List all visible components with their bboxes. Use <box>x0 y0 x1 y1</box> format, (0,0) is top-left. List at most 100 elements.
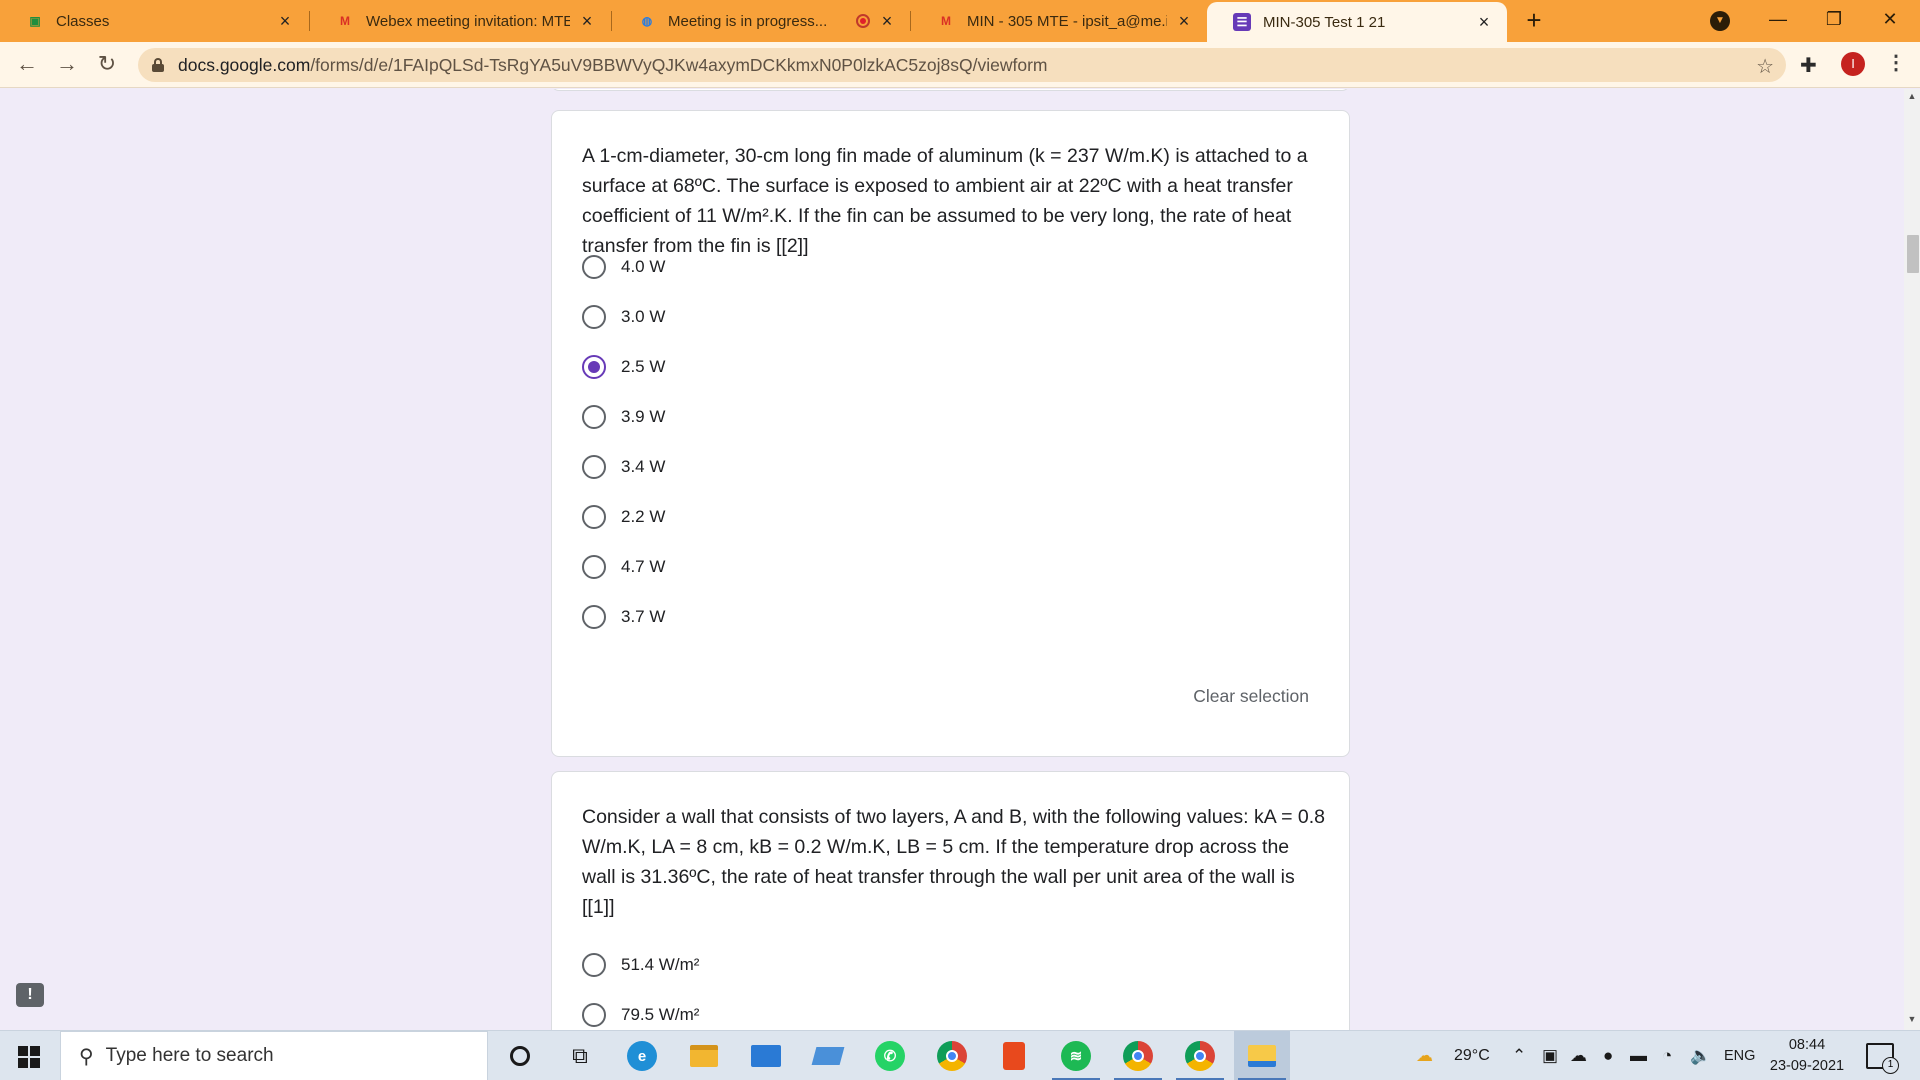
chevron-up-icon[interactable]: ⌃ <box>1512 1046 1526 1066</box>
microphone-icon[interactable]: ● <box>1603 1046 1613 1066</box>
search-icon: ⚲ <box>79 1045 94 1068</box>
option-label: 3.4 W <box>621 457 666 476</box>
page-scrollbar[interactable]: ▲ ▼ <box>1904 89 1920 1030</box>
tab-min305-test[interactable]: ☰ MIN-305 Test 1 21 × <box>1207 2 1507 42</box>
minimize-icon[interactable]: — <box>1750 0 1806 40</box>
close-window-icon[interactable]: ✕ <box>1862 0 1918 40</box>
chrome-icon[interactable] <box>924 1031 980 1080</box>
restore-icon[interactable]: ❐ <box>1806 0 1862 40</box>
url-text[interactable]: docs.google.com/forms/d/e/1FAIpQLSd-TsRg… <box>178 55 1047 76</box>
radio-button-selected[interactable] <box>582 355 606 379</box>
option-2-2-w[interactable]: 2.2 W <box>582 502 665 532</box>
option-3-4-w[interactable]: 3.4 W <box>582 452 665 482</box>
notification-center-icon[interactable]: 1 <box>1866 1043 1899 1074</box>
notification-count: 1 <box>1882 1057 1899 1074</box>
gmail-icon: M <box>340 14 350 28</box>
mail-icon[interactable] <box>738 1031 794 1080</box>
radio-button[interactable] <box>582 405 606 429</box>
radio-button[interactable] <box>582 455 606 479</box>
option-4-7-w[interactable]: 4.7 W <box>582 552 665 582</box>
google-forms-icon: ☰ <box>1233 13 1251 31</box>
previous-question-card <box>551 89 1350 91</box>
option-label: 3.9 W <box>621 407 666 426</box>
input-language[interactable]: ENG <box>1724 1031 1755 1080</box>
question-card-1: A 1-cm-diameter, 30-cm long fin made of … <box>551 110 1350 757</box>
option-label: 51.4 W/m² <box>621 955 700 974</box>
tab-webex-invitation[interactable]: M Webex meeting invitation: MTE M × <box>310 0 610 42</box>
spotify-icon[interactable]: ≋ <box>1048 1031 1104 1080</box>
back-icon[interactable]: ← <box>14 52 40 78</box>
option-label: 3.7 W <box>621 607 666 626</box>
tab-classes[interactable]: ▣ Classes × <box>0 0 308 42</box>
radio-button[interactable] <box>582 255 606 279</box>
close-icon[interactable]: × <box>1475 13 1493 31</box>
option-label: 3.0 W <box>621 307 666 326</box>
chrome-profile-1-icon[interactable] <box>1110 1031 1166 1080</box>
windows-start-icon[interactable] <box>18 1046 40 1068</box>
chrome-profile-2-icon[interactable] <box>1172 1031 1228 1080</box>
option-label: 4.7 W <box>621 557 666 576</box>
clear-selection-button[interactable]: Clear selection <box>1193 686 1309 707</box>
option-label: 2.5 W <box>621 357 666 376</box>
meet-now-icon[interactable]: ▣ <box>1542 1046 1558 1066</box>
taskbar-clock[interactable]: 08:44 23-09-2021 <box>1762 1035 1852 1077</box>
onedrive-cloud-icon[interactable]: ☁ <box>1570 1046 1587 1066</box>
browser-toolbar: ← → ↻ docs.google.com/forms/d/e/1FAIpQLS… <box>0 42 1920 88</box>
option-51-4-w-m2[interactable]: 51.4 W/m² <box>582 950 699 980</box>
option-3-0-w[interactable]: 3.0 W <box>582 302 665 332</box>
url-host: docs.google.com <box>178 54 311 75</box>
option-label: 2.2 W <box>621 507 666 526</box>
profile-avatar[interactable]: I <box>1841 52 1865 76</box>
option-4-0-w[interactable]: 4.0 W <box>582 252 665 282</box>
onedrive-folder-icon[interactable] <box>1234 1031 1290 1080</box>
recording-icon <box>856 14 870 28</box>
weather-temperature[interactable]: 29°C <box>1454 1031 1490 1080</box>
volume-icon[interactable]: 🔈 <box>1690 1046 1711 1066</box>
option-3-9-w[interactable]: 3.9 W <box>582 402 665 432</box>
url-path: /forms/d/e/1FAIpQLSd-TsRgYA5uV9BBWVyQJKw… <box>310 54 1048 75</box>
lock-icon <box>152 58 164 72</box>
edge-icon[interactable]: e <box>614 1031 670 1080</box>
close-icon[interactable]: × <box>1175 12 1193 30</box>
tab-search-icon[interactable]: ▼ <box>1710 11 1730 31</box>
radio-button[interactable] <box>582 505 606 529</box>
report-problem-icon[interactable]: ! <box>16 983 44 1007</box>
radio-button[interactable] <box>582 605 606 629</box>
scrollbar-thumb[interactable] <box>1907 235 1919 273</box>
radio-button[interactable] <box>582 305 606 329</box>
tab-meeting-in-progress[interactable]: ◍ Meeting is in progress... × <box>612 0 910 42</box>
tab-title: Classes <box>56 12 110 30</box>
scroll-down-arrow-icon[interactable]: ▼ <box>1904 1014 1920 1028</box>
network-icon[interactable] <box>800 1031 856 1080</box>
forward-icon[interactable]: → <box>54 52 80 78</box>
close-icon[interactable]: × <box>878 12 896 30</box>
radio-button[interactable] <box>582 555 606 579</box>
clock-time: 08:44 <box>1788 1037 1826 1053</box>
radio-button[interactable] <box>582 953 606 977</box>
new-tab-button[interactable]: + <box>1520 7 1548 35</box>
extensions-puzzle-icon[interactable]: ✚ <box>1800 53 1817 78</box>
office-icon[interactable] <box>986 1031 1042 1080</box>
weather-icon[interactable]: ☁ <box>1416 1046 1433 1066</box>
wifi-icon[interactable]: ◔ <box>1662 1046 1672 1066</box>
radio-button[interactable] <box>582 1003 606 1027</box>
reload-icon[interactable]: ↻ <box>94 52 120 78</box>
close-icon[interactable]: × <box>276 12 294 30</box>
option-label: 4.0 W <box>621 257 666 276</box>
whatsapp-icon[interactable]: ✆ <box>862 1031 918 1080</box>
address-bar[interactable]: docs.google.com/forms/d/e/1FAIpQLSd-TsRg… <box>138 48 1786 82</box>
tab-min305-mte-mail[interactable]: M MIN - 305 MTE - ipsit_a@me.iitr. × <box>911 0 1207 42</box>
tab-title: MIN - 305 MTE - ipsit_a@me.iitr. <box>967 12 1167 30</box>
cortana-icon[interactable] <box>492 1031 548 1080</box>
close-icon[interactable]: × <box>578 12 596 30</box>
option-3-7-w[interactable]: 3.7 W <box>582 602 665 632</box>
file-explorer-icon[interactable] <box>676 1031 732 1080</box>
taskbar-search-box[interactable]: ⚲ Type here to search <box>60 1031 488 1080</box>
task-view-icon[interactable]: ⧉ <box>552 1031 608 1080</box>
option-79-5-w-m2[interactable]: 79.5 W/m² <box>582 1000 699 1030</box>
battery-icon[interactable]: ▬ <box>1630 1046 1647 1066</box>
bookmark-star-icon[interactable]: ☆ <box>1756 54 1774 79</box>
browser-menu-icon[interactable]: ⋮ <box>1886 52 1906 74</box>
option-2-5-w[interactable]: 2.5 W <box>582 352 665 382</box>
scroll-up-arrow-icon[interactable]: ▲ <box>1904 91 1920 105</box>
